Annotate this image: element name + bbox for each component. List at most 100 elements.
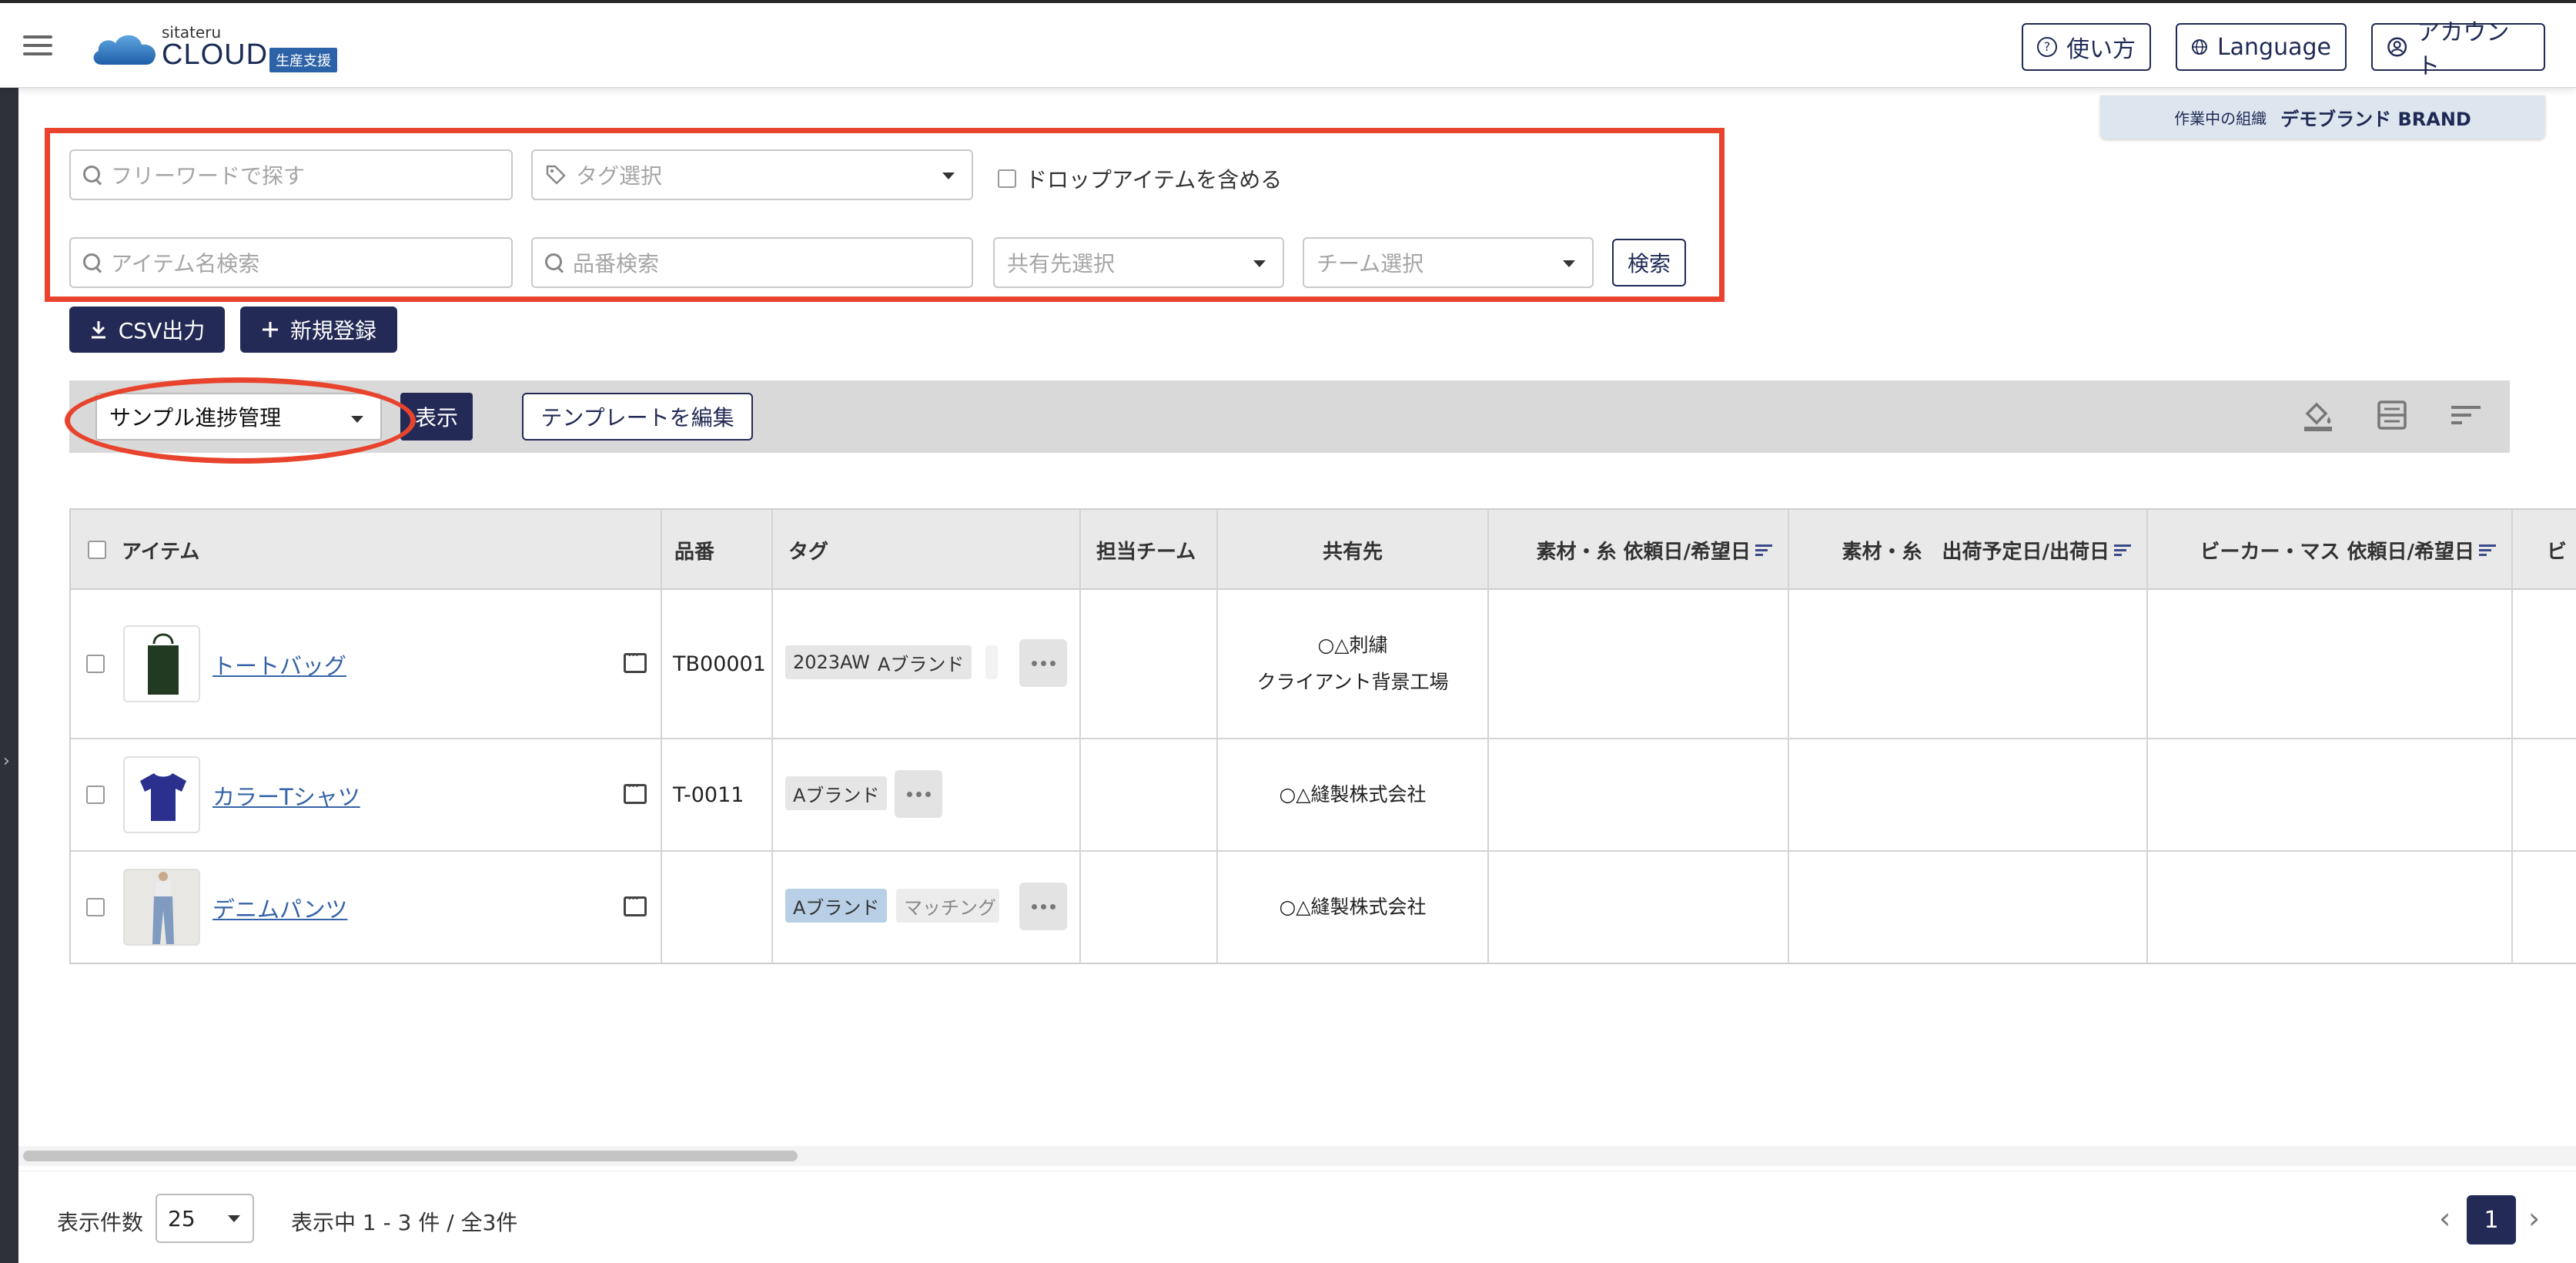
next-page-icon[interactable]: › <box>2528 1201 2540 1235</box>
per-page-value: 25 <box>168 1205 196 1231</box>
app-header: sitateru CLOUD 生産支援 ? 使い方 Language アカウント <box>0 3 2576 88</box>
include-drop-checkbox[interactable]: ドロップアイテムを含める <box>998 163 1282 194</box>
cell-truncated[interactable] <box>2513 590 2576 738</box>
language-button[interactable]: Language <box>2176 23 2347 71</box>
cell-share: ○△縫製株式会社 <box>1218 852 1489 963</box>
column-team: 担当チーム <box>1081 510 1218 590</box>
csv-export-button[interactable]: CSV出力 <box>69 307 225 353</box>
globe-icon <box>2191 39 2207 55</box>
column-beaker-request-label: ビーカー・マス 依頼日/希望日 <box>2200 540 2474 564</box>
freeword-placeholder: フリーワードで探す <box>111 163 306 189</box>
share-entry: ○△縫製株式会社 <box>1279 783 1427 806</box>
cell-item: カラーTシャツ <box>71 739 662 850</box>
more-tags-button[interactable] <box>895 770 942 818</box>
tag-placeholder: タグ選択 <box>576 163 663 189</box>
help-label: 使い方 <box>2066 36 2136 63</box>
cell-part-number: TB00001 <box>662 590 773 738</box>
tag-chip-faded <box>985 645 998 679</box>
cell-material-request[interactable] <box>1489 852 1789 963</box>
horizontal-scrollbar-thumb[interactable] <box>23 1151 798 1161</box>
more-tags-button[interactable] <box>1019 639 1067 687</box>
cell-team <box>1081 852 1218 963</box>
item-thumbnail[interactable] <box>123 869 200 946</box>
layout-icon[interactable] <box>2373 396 2411 434</box>
item-name-link[interactable]: カラーTシャツ <box>212 779 360 812</box>
view-template-select[interactable]: サンプル進捗管理 <box>95 393 382 441</box>
row-checkbox[interactable] <box>86 786 105 804</box>
csv-label: CSV出力 <box>118 318 206 343</box>
sidebar-expand-icon[interactable]: › <box>3 752 10 771</box>
column-tags-label: タグ <box>788 540 829 564</box>
item-thumbnail[interactable] <box>123 756 200 833</box>
item-name-search-input[interactable]: アイテム名検索 <box>69 237 513 288</box>
menu-icon[interactable] <box>23 35 52 55</box>
new-item-button[interactable]: 新規登録 <box>240 307 397 353</box>
team-placeholder: チーム選択 <box>1316 251 1424 276</box>
item-thumbnail[interactable] <box>123 625 200 702</box>
cell-beaker-request[interactable] <box>2148 590 2513 738</box>
table-row[interactable]: カラーTシャツ T-0011 Aブランド ○△縫製株式会社 <box>71 739 2576 852</box>
cell-material-ship[interactable] <box>1789 739 2148 850</box>
row-checkbox[interactable] <box>86 898 105 916</box>
tag-select[interactable]: タグ選択 <box>531 149 973 200</box>
sort-icon[interactable] <box>2479 544 2496 556</box>
cell-material-ship[interactable] <box>1789 590 2148 738</box>
sort-icon[interactable] <box>2114 544 2131 556</box>
column-tags: タグ <box>773 510 1081 590</box>
cell-material-request[interactable] <box>1489 739 1789 850</box>
comment-icon[interactable] <box>624 648 647 673</box>
account-button[interactable]: アカウント <box>2371 19 2545 80</box>
collapsed-sidebar[interactable]: › <box>0 88 18 1263</box>
sort-icon[interactable] <box>2447 396 2485 434</box>
page-1-button[interactable]: 1 <box>2467 1195 2516 1245</box>
cell-beaker-request[interactable] <box>2148 739 2513 850</box>
more-tags-button[interactable] <box>1019 883 1067 930</box>
paint-bucket-icon[interactable] <box>2299 396 2337 434</box>
search-button[interactable]: 検索 <box>1612 239 1686 286</box>
cell-truncated[interactable] <box>2513 739 2576 850</box>
help-button[interactable]: ? 使い方 <box>2022 23 2151 71</box>
row-checkbox[interactable] <box>86 655 105 673</box>
comment-icon[interactable] <box>624 779 647 804</box>
prev-page-icon[interactable]: ‹ <box>2439 1201 2451 1235</box>
share-select[interactable]: 共有先選択 <box>993 237 1284 288</box>
edit-template-button[interactable]: テンプレートを編集 <box>522 393 753 441</box>
table-row[interactable]: デニムパンツ Aブランド マッチング ○△縫製株式会社 <box>71 852 2576 963</box>
chevron-down-icon <box>1563 260 1575 267</box>
column-material-request[interactable]: 素材・糸 依頼日/希望日 <box>1489 510 1789 590</box>
checkbox[interactable] <box>998 169 1016 188</box>
table-header: アイテム 品番 タグ 担当チーム 共有先 素材・糸 依頼日/希望日 素材・糸 出… <box>71 510 2576 590</box>
org-label: 作業中の組織 <box>2174 109 2267 128</box>
chevron-down-icon <box>228 1215 240 1222</box>
table-row[interactable]: トートバッグ TB00001 2023AW Aブランド ○△刺繍 クライアント背… <box>71 590 2576 739</box>
share-entry: クライアント背景工場 <box>1256 671 1449 693</box>
cell-material-ship[interactable] <box>1789 852 2148 963</box>
freeword-search-input[interactable]: フリーワードで探す <box>69 149 513 200</box>
cell-material-request[interactable] <box>1489 590 1789 738</box>
column-item-label: アイテム <box>122 540 200 564</box>
column-material-ship[interactable]: 素材・糸 出荷予定日/出荷日 <box>1789 510 2148 590</box>
per-page-select[interactable]: 25 <box>156 1194 254 1243</box>
app-logo[interactable]: sitateru CLOUD 生産支援 <box>91 23 353 72</box>
cell-tags: Aブランド <box>773 739 1081 850</box>
item-name-link[interactable]: デニムパンツ <box>212 892 347 924</box>
cell-truncated[interactable] <box>2513 852 2576 963</box>
part-number-search-input[interactable]: 品番検索 <box>531 237 973 288</box>
cell-beaker-request[interactable] <box>2148 852 2513 963</box>
select-all-checkbox[interactable] <box>88 541 106 559</box>
part-number-text: TB00001 <box>673 652 766 676</box>
team-select[interactable]: チーム選択 <box>1303 237 1594 288</box>
show-button[interactable]: 表示 <box>400 393 473 441</box>
item-name-placeholder: アイテム名検索 <box>111 251 260 276</box>
cell-part-number <box>662 852 773 963</box>
search-icon <box>545 253 564 272</box>
search-icon <box>83 253 102 272</box>
column-truncated-label: ビ <box>2547 540 2568 564</box>
cell-share: ○△縫製株式会社 <box>1218 739 1489 850</box>
item-name-link[interactable]: トートバッグ <box>212 648 346 681</box>
column-beaker-request[interactable]: ビーカー・マス 依頼日/希望日 <box>2148 510 2513 590</box>
sort-icon[interactable] <box>1755 544 1772 556</box>
comment-icon[interactable] <box>624 891 647 916</box>
plus-icon <box>262 322 278 337</box>
chevron-down-icon <box>1253 260 1266 267</box>
